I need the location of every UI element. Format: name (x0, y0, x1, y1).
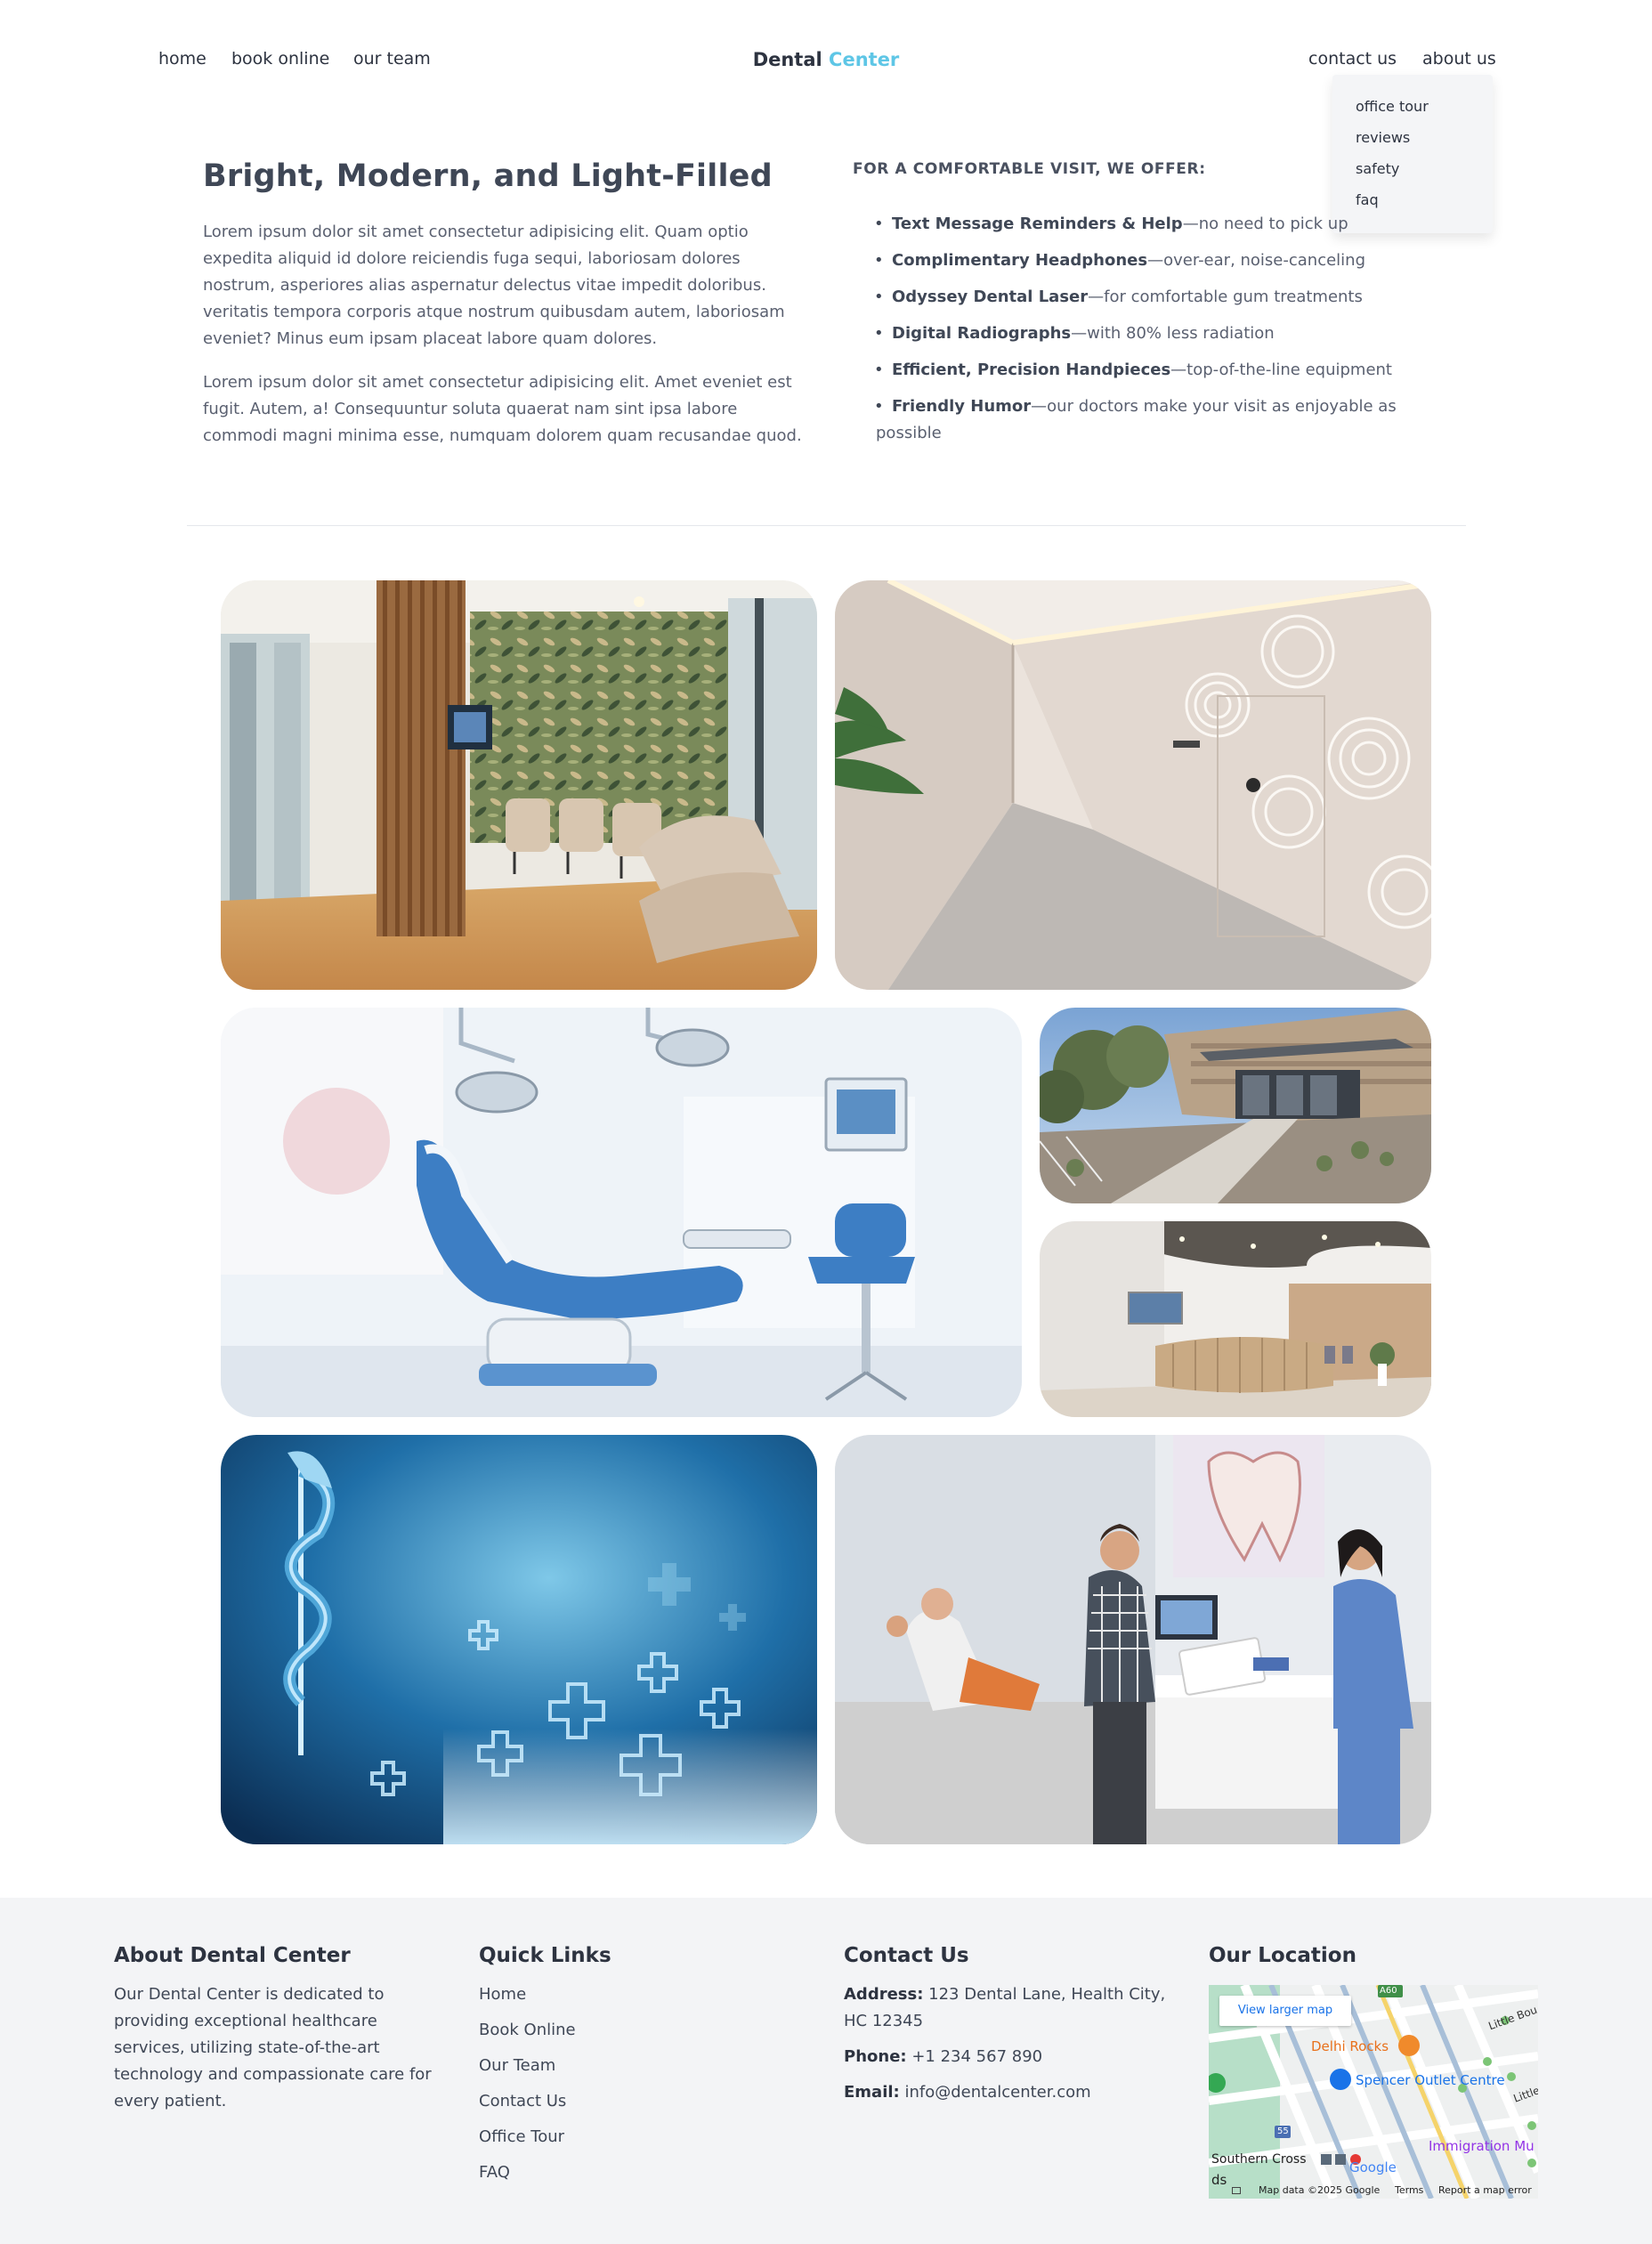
intro-paragraph-1: Lorem ipsum dolor sit amet consectetur a… (203, 223, 785, 348)
offer-title: Digital Radiographs (892, 324, 1072, 343)
offer-detail: —top-of-the-line equipment (1170, 360, 1392, 379)
section-divider (187, 525, 1466, 526)
dropdown-reviews-link[interactable]: reviews (1332, 129, 1493, 160)
logo-accent-text: Center (829, 49, 900, 70)
footer-links-column: Quick Links Home Book Online Our Team Co… (479, 1942, 746, 2191)
offer-item: Efficient, Precision Handpieces—top-of-t… (874, 357, 1405, 384)
offer-section: FOR A COMFORTABLE VISIT, WE OFFER: Text … (853, 157, 1405, 457)
footer-contact-title: Contact Us (844, 1944, 969, 1967)
page-title: Bright, Modern, and Light-Filled (203, 158, 773, 194)
photo-dental-chair[interactable] (221, 1008, 1022, 1417)
photo-reception-desk[interactable] (1040, 1221, 1431, 1417)
photo-building-exterior[interactable] (1040, 1008, 1431, 1203)
map-terms-link[interactable]: Terms (1395, 2184, 1423, 2196)
email-value[interactable]: info@dentalcenter.com (904, 2083, 1090, 2102)
offer-item: Text Message Reminders & Help—no need to… (874, 211, 1405, 238)
email-label: Email: (844, 2083, 900, 2102)
map-label-immigration-museum: Immigration Mu (1429, 2138, 1535, 2154)
footer-email: Email: info@dentalcenter.com (844, 2079, 1182, 2106)
footer-contact-column: Contact Us Address: 123 Dental Lane, Hea… (844, 1942, 1182, 2115)
photo-hallway[interactable] (835, 580, 1431, 990)
phone-value[interactable]: +1 234 567 890 (911, 2047, 1042, 2066)
google-logo: Google (1349, 2159, 1397, 2175)
offer-item: Friendly Humor—our doctors make your vis… (874, 393, 1405, 447)
offer-title: Text Message Reminders & Help (892, 215, 1183, 233)
footer-link-book-online[interactable]: Book Online (479, 2013, 746, 2048)
offer-item: Complimentary Headphones—over-ear, noise… (874, 247, 1405, 274)
offer-title: Odyssey Dental Laser (892, 288, 1089, 306)
footer-link-list: Home Book Online Our Team Contact Us Off… (479, 1977, 746, 2191)
offer-title: Complimentary Headphones (892, 251, 1148, 270)
footer-links-title: Quick Links (479, 1944, 611, 1967)
map-label-delhi-rocks: Delhi Rocks (1311, 2038, 1389, 2054)
offer-list: Text Message Reminders & Help—no need to… (853, 211, 1405, 447)
footer-link-office-tour[interactable]: Office Tour (479, 2119, 746, 2155)
photo-waiting-room[interactable] (221, 580, 817, 990)
offer-title: Efficient, Precision Handpieces (892, 360, 1171, 379)
nav-contact-us-link[interactable]: contact us (1308, 48, 1397, 69)
map-attribution: Map data ©2025 Google Terms Report a map… (1209, 2183, 1538, 2199)
offer-item: Digital Radiographs—with 80% less radiat… (874, 320, 1405, 347)
offer-detail: —over-ear, noise-canceling (1147, 251, 1366, 270)
offer-detail: —for comfortable gum treatments (1088, 288, 1363, 306)
map-label-southern-cross: Southern Cross (1211, 2152, 1307, 2167)
intro-section: Bright, Modern, and Light-Filled Lorem i… (203, 157, 808, 450)
offer-heading: FOR A COMFORTABLE VISIT, WE OFFER: (853, 160, 1206, 178)
intro-paragraph-2: Lorem ipsum dolor sit amet consectetur a… (203, 373, 802, 445)
footer-link-faq[interactable]: FAQ (479, 2155, 746, 2191)
footer-link-home[interactable]: Home (479, 1977, 746, 2013)
photo-front-desk-staff[interactable] (835, 1435, 1431, 1844)
logo-main-text: Dental (752, 49, 822, 70)
footer-about-title: About Dental Center (114, 1944, 351, 1967)
offer-title: Friendly Humor (892, 397, 1032, 416)
offer-item: Odyssey Dental Laser—for comfortable gum… (874, 284, 1405, 311)
location-map[interactable]: View larger map Delhi Rocks Spencer Outl… (1209, 1985, 1538, 2199)
footer-address: Address: 123 Dental Lane, Health City, H… (844, 1981, 1182, 2035)
address-label: Address: (844, 1985, 924, 2004)
map-label-55: 55 (1277, 2127, 1289, 2136)
map-label-a60: A60 (1380, 1986, 1397, 1996)
footer-location-column: Our Location (1209, 1942, 1547, 1981)
footer-link-contact-us[interactable]: Contact Us (479, 2084, 746, 2119)
footer-about-column: About Dental Center Our Dental Center is… (114, 1942, 452, 2115)
dropdown-office-tour-link[interactable]: office tour (1332, 98, 1493, 129)
site-logo[interactable]: Dental Center (0, 48, 1652, 71)
keyboard-icon[interactable] (1232, 2187, 1241, 2194)
offer-detail: —with 80% less radiation (1071, 324, 1275, 343)
report-map-error-link[interactable]: Report a map error (1438, 2184, 1532, 2196)
phone-label: Phone: (844, 2047, 907, 2066)
footer-location-title: Our Location (1209, 1944, 1356, 1967)
view-larger-map-button[interactable]: View larger map (1219, 1996, 1351, 2026)
nav-about-us-link[interactable]: about us (1422, 48, 1496, 69)
offer-detail: —no need to pick up (1182, 215, 1348, 233)
footer-phone: Phone: +1 234 567 890 (844, 2044, 1182, 2070)
footer-about-text: Our Dental Center is dedicated to provid… (114, 1985, 432, 2110)
footer-link-our-team[interactable]: Our Team (479, 2048, 746, 2084)
map-data-text: Map data ©2025 Google (1259, 2184, 1381, 2196)
map-label-spencer-outlet: Spencer Outlet Centre (1356, 2072, 1505, 2088)
photo-medical-graphic[interactable] (221, 1435, 817, 1844)
